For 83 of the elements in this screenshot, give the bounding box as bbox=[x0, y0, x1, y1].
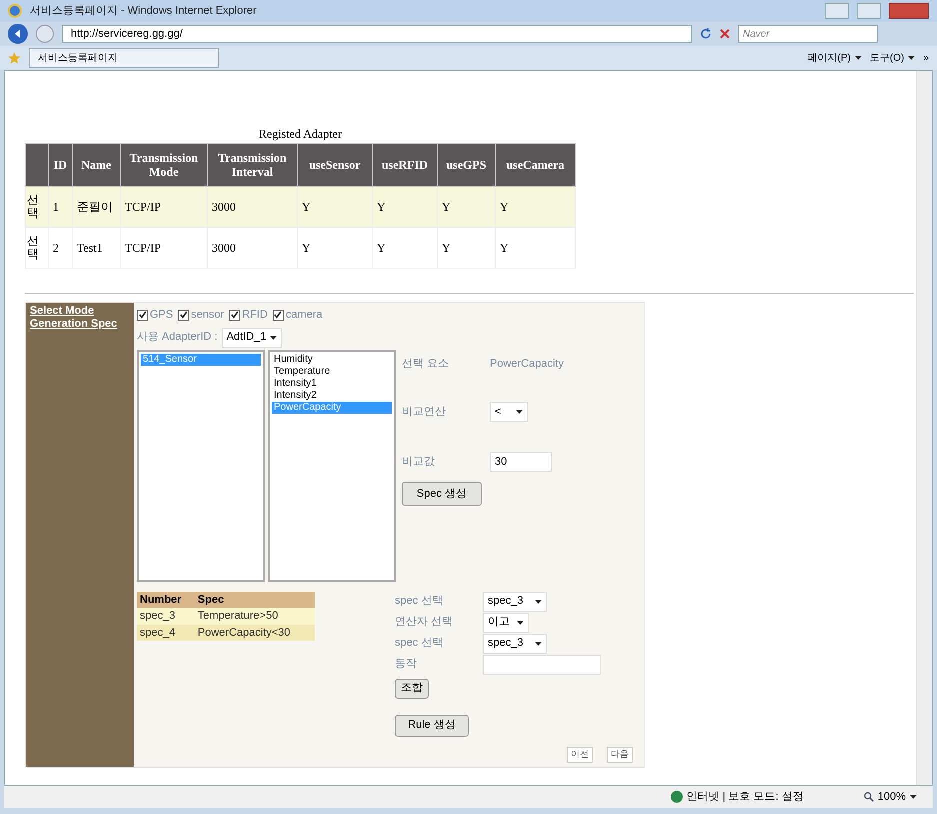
spec-select[interactable]: spec_3 bbox=[483, 592, 547, 612]
list-option[interactable]: Humidity bbox=[272, 354, 392, 366]
table-cell: Y bbox=[372, 228, 438, 268]
adapter-select[interactable]: AdtID_1 bbox=[222, 328, 282, 348]
rule-button[interactable]: Rule 생성 bbox=[395, 714, 469, 736]
table-row[interactable]: 선택 1 준필이 TCP/IP 3000 Y Y Y Y bbox=[26, 186, 576, 228]
action-field[interactable] bbox=[483, 654, 601, 674]
field-label: 연산자 선택 bbox=[395, 615, 454, 630]
maximize-button[interactable] bbox=[857, 3, 881, 19]
ie-icon bbox=[8, 4, 22, 18]
caret-icon bbox=[910, 795, 917, 799]
globe-icon bbox=[670, 791, 683, 803]
sidebar-link[interactable]: Select Mode bbox=[30, 305, 130, 318]
element-listbox[interactable]: Humidity Temperature Intensity1 Intensity2 PowerCapacity bbox=[268, 350, 396, 582]
caret-icon bbox=[908, 56, 916, 60]
caret-icon bbox=[270, 336, 277, 340]
zoom-control[interactable]: 100% bbox=[864, 788, 917, 806]
table-cell: PowerCapacity<30 bbox=[194, 624, 315, 641]
spec-select[interactable]: spec_3 bbox=[483, 634, 547, 654]
back-arrow-icon bbox=[13, 29, 23, 39]
table-cell: 2 bbox=[48, 228, 72, 268]
back-button[interactable] bbox=[8, 24, 28, 44]
caret-icon bbox=[517, 620, 524, 624]
list-option[interactable]: Temperature bbox=[272, 366, 392, 378]
table-cell: Y bbox=[298, 228, 372, 268]
list-option[interactable]: Intensity1 bbox=[272, 378, 392, 390]
field-label: 동작 bbox=[395, 657, 418, 672]
address-field[interactable]: http://servicereg.gg.gg/ bbox=[62, 25, 692, 43]
table-caption: Registed Adapter bbox=[258, 126, 343, 143]
caret-icon bbox=[535, 642, 542, 646]
operator-select[interactable]: 이고 bbox=[483, 612, 529, 632]
field-label: 비교값 bbox=[402, 454, 436, 470]
page-menu[interactable]: 페이지(P) bbox=[808, 50, 862, 66]
field-label: spec 선택 bbox=[395, 594, 444, 610]
zoom-level: 100% bbox=[878, 790, 906, 805]
checkbox[interactable] bbox=[272, 310, 284, 321]
pager-button[interactable]: 이전 bbox=[567, 746, 593, 762]
checkbox-label: RFID bbox=[242, 308, 268, 323]
checkbox-label: camera bbox=[286, 308, 323, 323]
list-option[interactable]: Intensity2 bbox=[272, 390, 392, 402]
table-cell: Temperature>50 bbox=[194, 608, 315, 624]
operator-select[interactable]: < bbox=[490, 402, 528, 422]
column-header: Number bbox=[137, 592, 195, 608]
field-label: 선택 요소 bbox=[402, 356, 450, 372]
table-cell: spec_3 bbox=[137, 608, 195, 624]
selected-element: PowerCapacity bbox=[490, 356, 564, 372]
field-label: 비교연산 bbox=[402, 404, 447, 420]
search-field[interactable]: Naver bbox=[738, 25, 878, 43]
refresh-icon[interactable] bbox=[700, 28, 712, 40]
adapter-label: 사용 AdapterID : bbox=[137, 330, 218, 346]
column-header bbox=[26, 144, 48, 186]
table-row[interactable]: 선택 2 Test1 TCP/IP 3000 Y Y Y Y bbox=[26, 228, 576, 268]
star-icon[interactable] bbox=[8, 52, 21, 64]
compare-field[interactable]: 30 bbox=[490, 452, 552, 472]
combine-button[interactable]: 조합 bbox=[395, 678, 429, 698]
sidebar-link[interactable]: Generation Spec bbox=[30, 318, 130, 331]
checkbox[interactable] bbox=[229, 310, 240, 321]
spec-button[interactable]: Spec 생성 bbox=[402, 482, 482, 506]
table-cell: TCP/IP bbox=[120, 228, 208, 268]
table-cell: spec_4 bbox=[137, 624, 195, 641]
window-title: 서비스등록페이지 - Windows Internet Explorer bbox=[30, 4, 257, 19]
checkbox-label: sensor bbox=[191, 308, 224, 323]
magnifier-icon bbox=[864, 792, 874, 802]
table-cell: Y bbox=[438, 228, 496, 268]
forward-button[interactable] bbox=[36, 25, 54, 43]
checkbox[interactable] bbox=[137, 310, 148, 321]
more-button[interactable]: » bbox=[923, 50, 929, 66]
minimize-button[interactable] bbox=[825, 3, 849, 19]
column-header: Spec bbox=[194, 592, 315, 608]
field-label: spec 선택 bbox=[395, 636, 444, 652]
zone-text: 인터넷 | 보호 모드: 설정 bbox=[686, 790, 804, 805]
stop-icon[interactable] bbox=[720, 29, 730, 39]
table-cell: Test1 bbox=[72, 228, 120, 268]
browser-tab[interactable]: 서비스등록페이지 bbox=[29, 48, 219, 68]
pager-button[interactable]: 다음 bbox=[607, 746, 633, 762]
table-cell: Y bbox=[496, 228, 576, 268]
caret-icon bbox=[535, 600, 542, 604]
caret-icon bbox=[854, 56, 862, 60]
tools-menu[interactable]: 도구(O) bbox=[870, 50, 916, 66]
checkbox-label: GPS bbox=[150, 308, 174, 323]
caret-icon bbox=[516, 410, 523, 414]
table-cell: 3000 bbox=[208, 228, 298, 268]
checkbox[interactable] bbox=[178, 310, 190, 321]
